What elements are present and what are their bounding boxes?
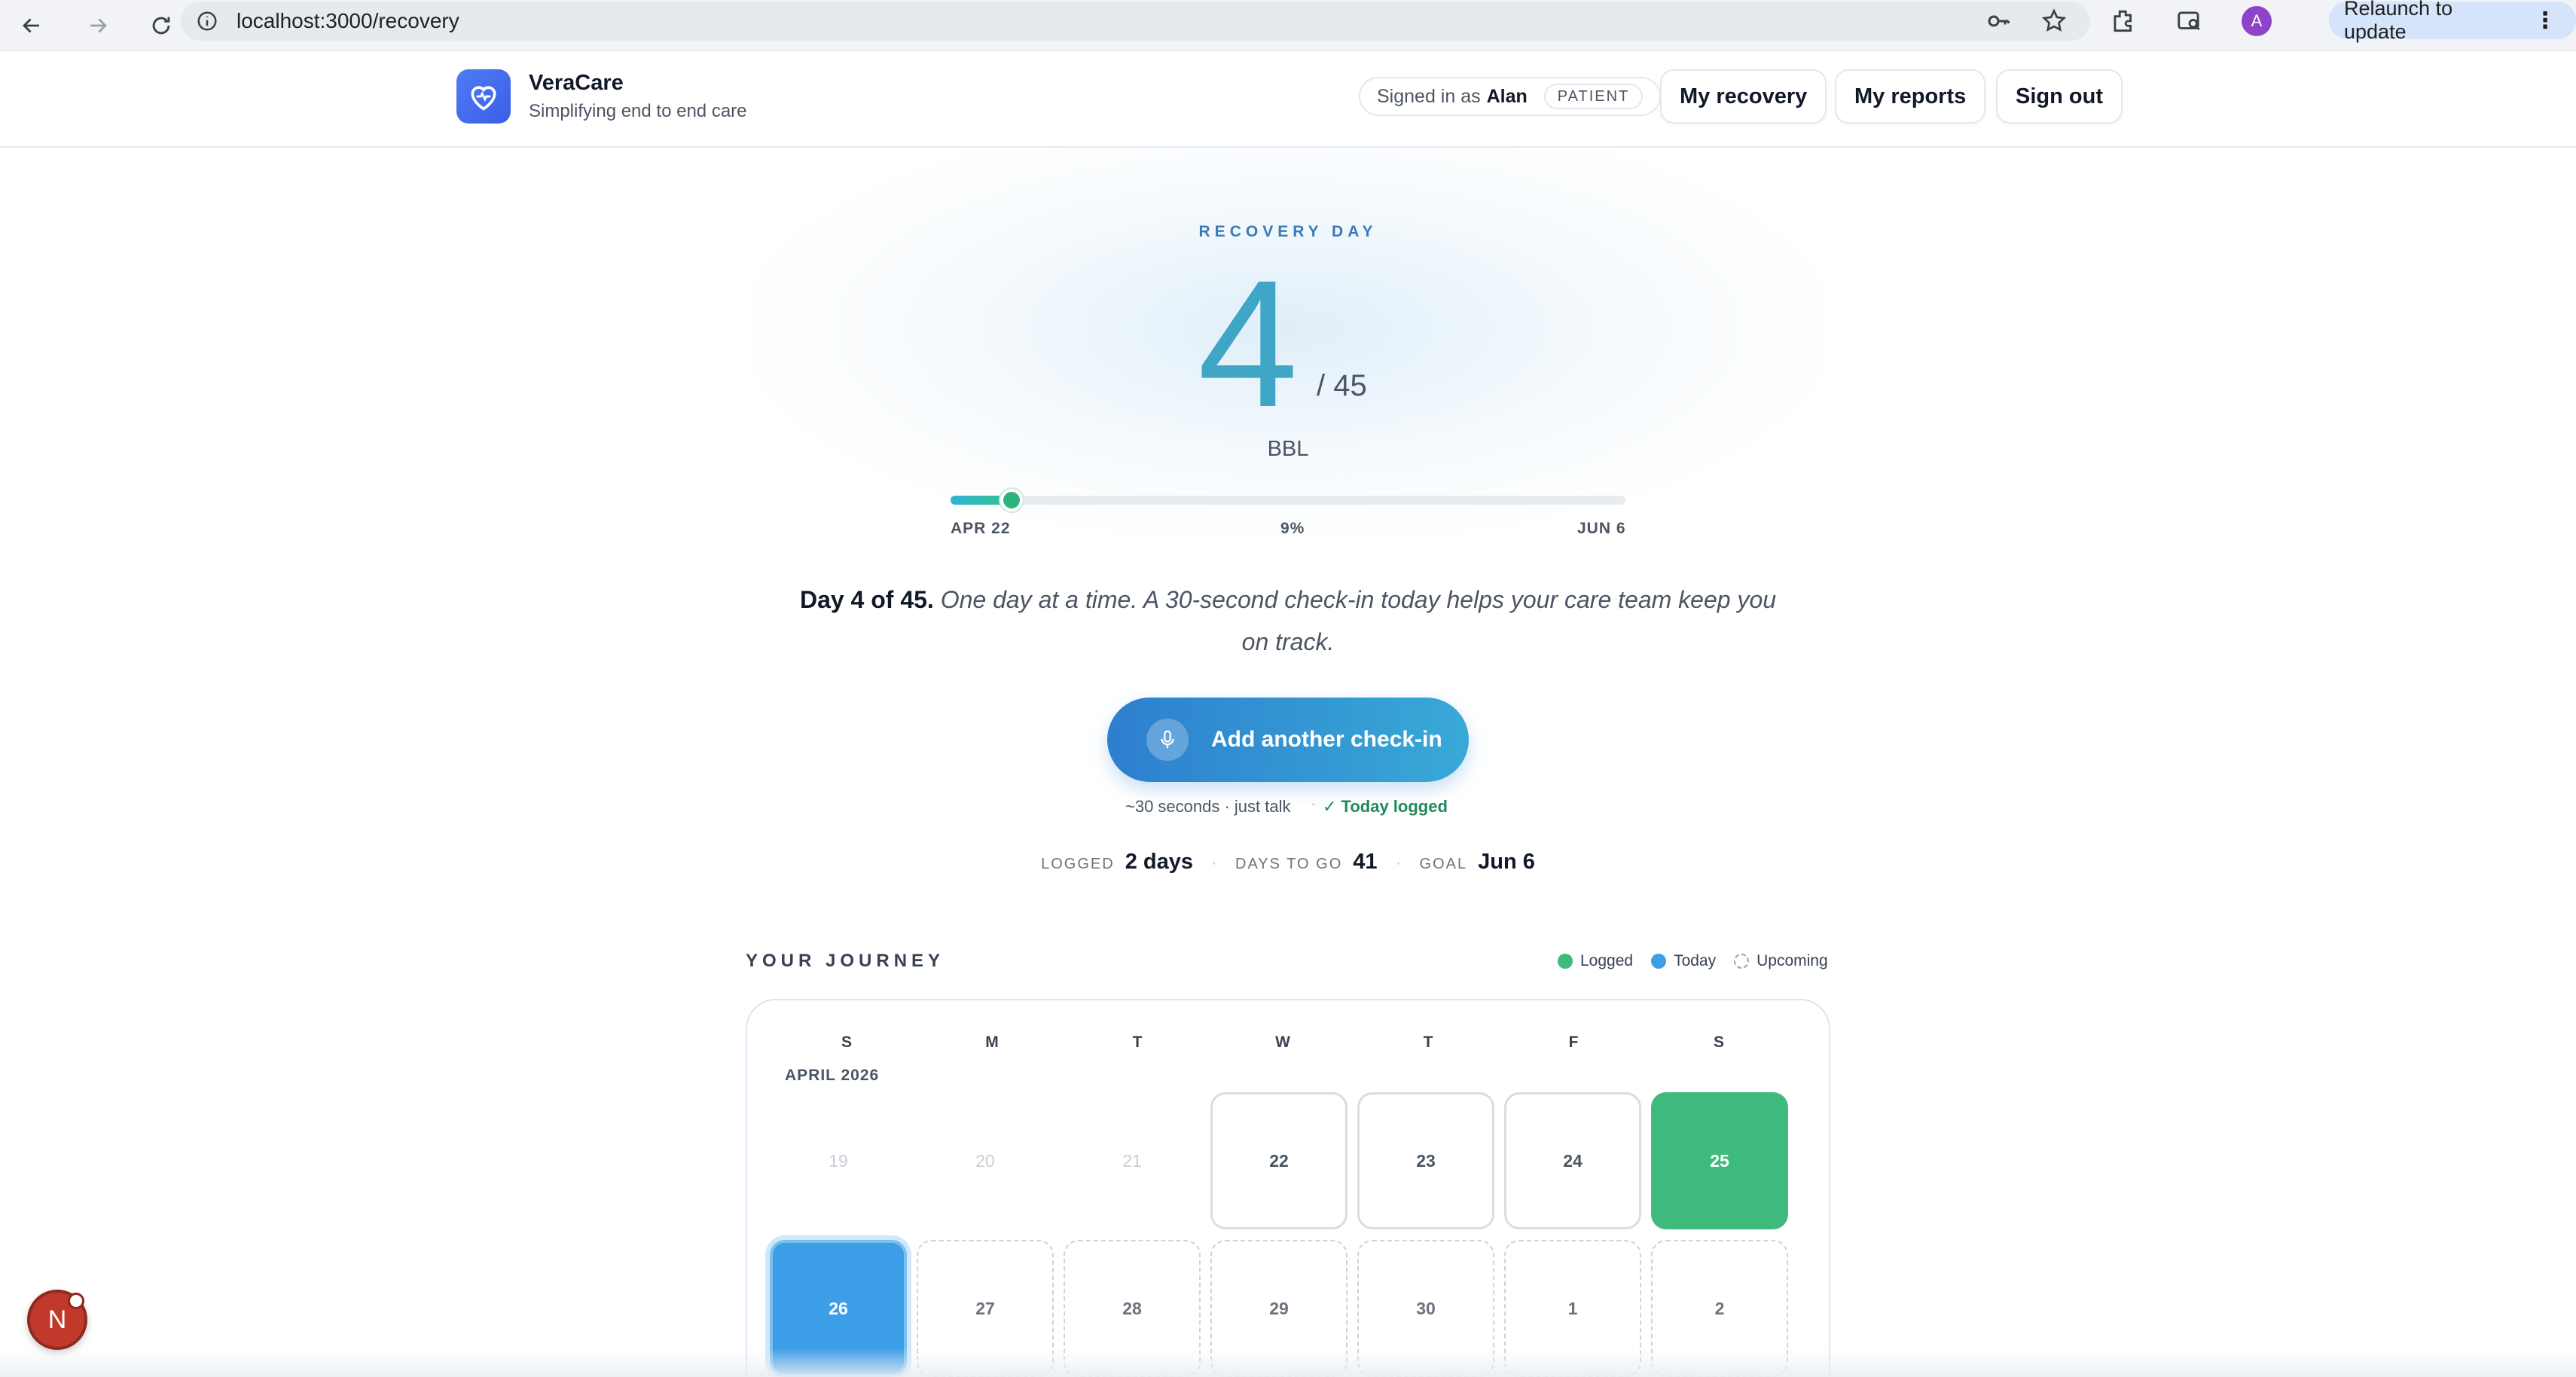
password-key-icon[interactable] [1985, 8, 2012, 35]
calendar-day-past: 20 [975, 1150, 995, 1171]
brand-logo[interactable] [456, 69, 511, 124]
journey-legend: Logged Today Upcoming [1558, 952, 1846, 970]
stat-logged-value: 2 days [1125, 850, 1193, 874]
message-day-summary: Day 4 of 45. [799, 586, 934, 613]
procedure-label: BBL [1267, 437, 1309, 461]
legend-upcoming-label: Upcoming [1757, 952, 1828, 969]
calendar-month-label: APRIL 2026 [785, 1067, 880, 1084]
dev-tools-letter: N [47, 1305, 67, 1334]
bookmark-star-icon[interactable] [2040, 8, 2068, 35]
recovery-day-total: / 45 [1317, 369, 1367, 402]
journey-title: YOUR JOURNEY [746, 951, 945, 971]
recovery-progress-bar [951, 489, 1625, 511]
legend-logged-dot [1558, 954, 1573, 969]
calendar-day-past: 21 [1122, 1150, 1142, 1171]
my-recovery-button[interactable]: My recovery [1660, 69, 1827, 124]
extensions-icon[interactable] [2109, 7, 2138, 35]
today-logged-status: ✓ Today logged [1323, 797, 1448, 816]
dev-tools-badge[interactable]: N [27, 1290, 87, 1350]
message-encouragement: One day at a time. A 30-second check-in … [940, 586, 1777, 655]
check-in-duration-note: ~30 seconds · just talk [1125, 797, 1291, 816]
tab-search-icon[interactable] [2175, 7, 2204, 35]
weekday-sun: S [841, 1034, 852, 1051]
recovery-main: RECOVERY DAY 4 / 45 BBL APR 22 9% JUN 6 … [0, 148, 2576, 1377]
stat-days-to-go-key: DAYS TO GO [1235, 856, 1343, 872]
browser-toolbar: localhost:3000/recovery A Relaunch to up… [0, 0, 2576, 51]
calendar-day-open[interactable]: 24 [1504, 1092, 1641, 1229]
progress-start-label: APR 22 [951, 520, 1011, 537]
stat-separator: · [1211, 853, 1217, 873]
weekday-fri: F [1568, 1034, 1579, 1051]
calendar-day-open[interactable]: 23 [1357, 1092, 1494, 1229]
brand-name: VeraCare [529, 71, 624, 95]
reload-icon[interactable] [143, 8, 179, 44]
legend-today: Today [1651, 952, 1716, 970]
user-name: Alan [1486, 85, 1528, 107]
legend-upcoming-dot [1734, 954, 1750, 969]
role-badge: PATIENT [1543, 84, 1644, 109]
encouragement-message: Day 4 of 45. One day at a time. A 30-sec… [798, 579, 1778, 663]
legend-today-label: Today [1674, 952, 1717, 969]
note-separator: · [1311, 794, 1317, 813]
weekday-sat: S [1713, 1034, 1724, 1051]
calendar-day-past: 19 [829, 1150, 848, 1171]
viewport-bottom-fade [0, 1348, 2576, 1377]
address-bar[interactable]: localhost:3000/recovery [181, 2, 2090, 41]
brand-tagline: Simplifying end to end care [529, 101, 747, 121]
address-url[interactable]: localhost:3000/recovery [237, 9, 459, 33]
recovery-day-number: 4 [1198, 243, 1299, 444]
app-header: VeraCare Simplifying end to end care Sig… [0, 51, 2576, 148]
stat-logged-key: LOGGED [1041, 856, 1115, 872]
legend-upcoming: Upcoming [1734, 952, 1828, 970]
my-reports-button[interactable]: My reports [1835, 69, 1986, 124]
microphone-icon [1146, 719, 1189, 761]
dev-tools-indicator [68, 1293, 84, 1309]
calendar-day-open[interactable]: 22 [1210, 1092, 1348, 1229]
recovery-stats: LOGGED 2 days · DAYS TO GO 41 · GOAL Jun… [0, 850, 2576, 875]
relaunch-label: Relaunch to update [2344, 0, 2453, 43]
legend-logged: Logged [1558, 952, 1633, 970]
calendar-day-logged[interactable]: 25 [1651, 1092, 1788, 1229]
signed-in-indicator: Signed in as Alan PATIENT [1359, 77, 1662, 116]
add-check-in-label: Add another check-in [1211, 727, 1442, 752]
heart-shield-icon [471, 86, 496, 111]
weekday-tue: T [1132, 1034, 1143, 1051]
stat-goal-value: Jun 6 [1478, 850, 1535, 874]
stat-days-to-go-value: 41 [1353, 850, 1378, 874]
progress-percent-label: 9% [1280, 520, 1305, 537]
weekday-mon: M [985, 1034, 999, 1051]
progress-marker [1000, 489, 1023, 511]
weekday-thu: T [1423, 1034, 1433, 1051]
legend-today-dot [1651, 954, 1667, 969]
journey-calendar: S M T W T F S APRIL 2026 19 20 21 22 23 24 25 2… [746, 999, 1830, 1377]
forward-icon[interactable] [80, 8, 116, 44]
profile-avatar[interactable]: A [2242, 6, 2272, 36]
relaunch-button[interactable]: Relaunch to update ⋮ [2329, 0, 2576, 43]
sign-out-button[interactable]: Sign out [1996, 69, 2123, 124]
progress-end-label: JUN 6 [1577, 520, 1626, 537]
more-menu-icon[interactable]: ⋮ [2534, 8, 2556, 34]
back-icon[interactable] [14, 8, 50, 44]
site-info-icon[interactable] [196, 10, 218, 32]
recovery-day-eyebrow: RECOVERY DAY [1198, 223, 1378, 240]
weekday-wed: W [1275, 1034, 1290, 1051]
legend-logged-label: Logged [1580, 952, 1634, 969]
add-check-in-button[interactable]: Add another check-in [1107, 698, 1469, 782]
stat-goal-key: GOAL [1419, 856, 1468, 872]
signed-in-prefix: Signed in as [1377, 85, 1481, 107]
stat-separator: · [1395, 853, 1402, 873]
